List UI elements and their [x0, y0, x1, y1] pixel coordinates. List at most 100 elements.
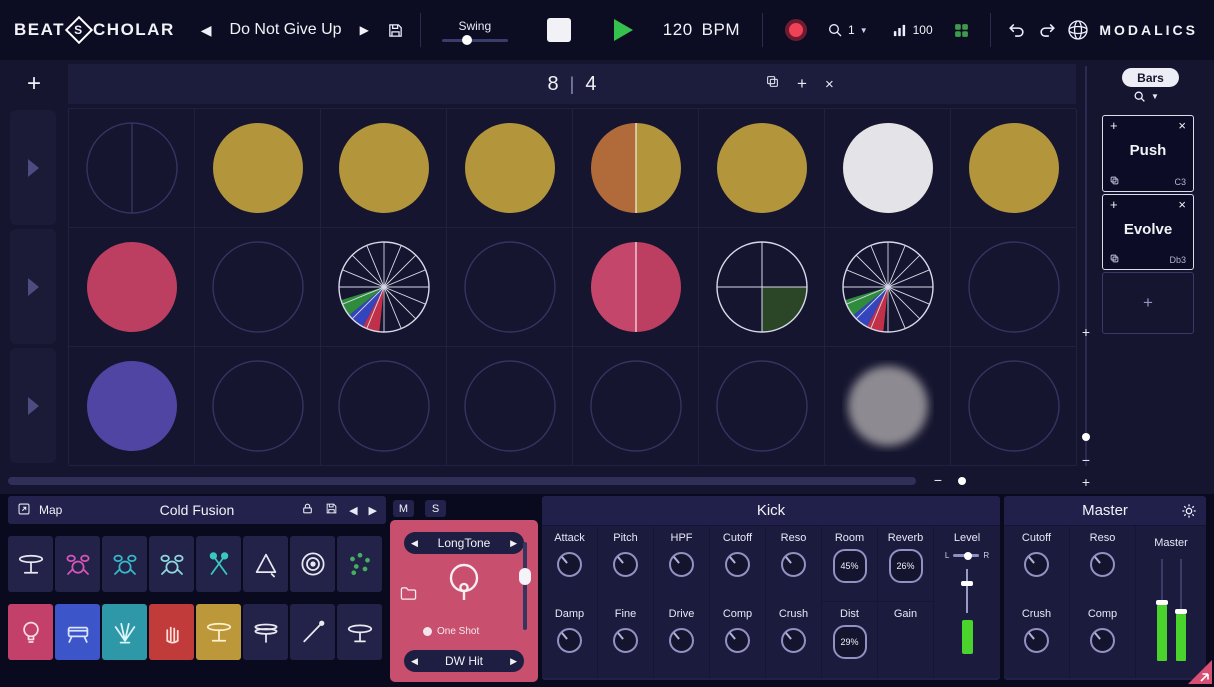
play-button[interactable]	[611, 17, 635, 43]
zoom-in-vertical-button[interactable]: +	[1078, 474, 1094, 490]
step-pad-r3-c4[interactable]	[447, 347, 573, 466]
kit-pad-drumkit-r1-3[interactable]	[102, 536, 147, 592]
crush-knob[interactable]	[781, 628, 806, 653]
master-cutoff-knob[interactable]	[1024, 552, 1049, 577]
time-sig-denominator[interactable]: 4	[585, 73, 596, 96]
vertical-zoom-thumb[interactable]	[1082, 433, 1090, 441]
master-reso-knob[interactable]	[1090, 552, 1115, 577]
time-signature-bar[interactable]: 8 | 4 + ×	[68, 64, 1076, 104]
undo-button[interactable]	[1007, 21, 1026, 40]
previous-hit-button[interactable]: ◀	[411, 656, 418, 667]
redo-button[interactable]	[1038, 21, 1057, 40]
time-sig-numerator[interactable]: 8	[548, 73, 559, 96]
save-icon[interactable]	[387, 22, 404, 39]
swing-slider[interactable]	[442, 39, 508, 42]
step-pad-r1-c7[interactable]	[825, 109, 951, 228]
room-knob[interactable]: 45%	[833, 549, 867, 583]
step-pad-r2-c4[interactable]	[447, 228, 573, 347]
step-pad-r1-c3[interactable]	[321, 109, 447, 228]
kit-pad-clap-r2-4[interactable]	[149, 604, 194, 660]
lock-icon[interactable]	[301, 502, 314, 518]
add-bar-card[interactable]: +	[1102, 272, 1194, 334]
kit-pad-ride-r2-8[interactable]	[337, 604, 382, 660]
bar-card-evolve[interactable]: + × Evolve Db3	[1102, 194, 1194, 270]
duplicate-icon[interactable]	[1110, 254, 1119, 263]
dist-knob[interactable]: 29%	[833, 625, 867, 659]
step-pad-r3-c3[interactable]	[321, 347, 447, 466]
step-pad-r3-c7[interactable]	[825, 347, 951, 466]
bpm-display[interactable]: 120 BPM	[663, 20, 740, 40]
cutoff-knob[interactable]	[725, 552, 750, 577]
kit-pad-drumkit-r1-4[interactable]	[149, 536, 194, 592]
solo-button[interactable]: S	[425, 500, 446, 517]
next-preset-button[interactable]: ▶	[360, 23, 369, 37]
save-kit-icon[interactable]	[325, 502, 338, 518]
folder-icon[interactable]	[400, 586, 417, 601]
next-sample-button[interactable]: ▶	[510, 538, 517, 549]
master-comp-knob[interactable]	[1090, 628, 1115, 653]
previous-kit-button[interactable]: ◀	[349, 504, 357, 517]
duplicate-bar-icon[interactable]	[766, 75, 779, 93]
step-pad-r2-c6[interactable]	[699, 228, 825, 347]
zoom-out-horizontal-button[interactable]: −	[930, 472, 946, 488]
previous-preset-button[interactable]: ◀	[201, 22, 212, 39]
stop-button[interactable]	[547, 18, 571, 42]
kit-pad-stick-r2-7[interactable]	[290, 604, 335, 660]
gear-icon[interactable]	[1181, 503, 1197, 519]
mute-button[interactable]: M	[393, 500, 414, 517]
step-pad-r1-c6[interactable]	[699, 109, 825, 228]
bpm-value[interactable]: 120	[663, 20, 693, 40]
bar-card-push[interactable]: + × Push C3	[1102, 115, 1194, 192]
pan-slider[interactable]: L R	[945, 551, 989, 560]
step-pad-r1-c8[interactable]	[951, 109, 1077, 228]
kit-pad-cymbal-r1-1[interactable]	[8, 536, 53, 592]
step-pad-r3-c1[interactable]	[69, 347, 195, 466]
step-pad-r2-c3[interactable]	[321, 228, 447, 347]
step-pad-r1-c1[interactable]	[69, 109, 195, 228]
preset-name[interactable]: Do Not Give Up	[230, 21, 342, 39]
resize-handle[interactable]	[1188, 660, 1212, 684]
row-3-play-button[interactable]	[10, 348, 56, 463]
record-button[interactable]	[785, 19, 807, 41]
step-pad-r1-c4[interactable]	[447, 109, 573, 228]
sample-volume-slider[interactable]	[523, 542, 527, 630]
kit-pad-triangle-r1-6[interactable]	[243, 536, 288, 592]
sample-selector[interactable]: ◀ LongTone ▶	[404, 532, 524, 554]
bars-tab-button[interactable]: Bars	[1122, 68, 1179, 87]
hpf-knob[interactable]	[669, 552, 694, 577]
chevron-down-icon[interactable]: ▼	[1151, 92, 1159, 101]
kit-pad-stars-r1-8[interactable]	[337, 536, 382, 592]
step-pad-r2-c5[interactable]	[573, 228, 699, 347]
duplicate-icon[interactable]	[1110, 176, 1119, 185]
attack-knob[interactable]	[557, 552, 582, 577]
step-pad-r3-c6[interactable]	[699, 347, 825, 466]
comp-knob[interactable]	[725, 628, 750, 653]
kit-pad-bulb-r2-1[interactable]	[8, 604, 53, 660]
reso-knob[interactable]	[781, 552, 806, 577]
level-fader[interactable]	[966, 569, 968, 613]
delete-bar-button[interactable]: ×	[825, 76, 834, 93]
step-pad-r2-c7[interactable]	[825, 228, 951, 347]
chevron-down-icon[interactable]: ▼	[860, 26, 868, 35]
bar-add-button[interactable]: +	[1110, 197, 1118, 212]
randomize-dice-icon[interactable]	[953, 22, 970, 39]
pan-thumb[interactable]	[964, 552, 972, 560]
master-crush-knob[interactable]	[1024, 628, 1049, 653]
bar-close-button[interactable]: ×	[1178, 197, 1186, 212]
damp-knob[interactable]	[557, 628, 582, 653]
next-kit-button[interactable]: ▶	[369, 504, 377, 517]
velocity-control[interactable]: 100	[892, 23, 933, 38]
kit-pad-tom-r1-7[interactable]	[290, 536, 335, 592]
kit-pad-mallets-r1-5[interactable]	[196, 536, 241, 592]
bars-zoom-control[interactable]: ▼	[1133, 90, 1159, 103]
step-pad-r3-c5[interactable]	[573, 347, 699, 466]
step-pad-r2-c8[interactable]	[951, 228, 1077, 347]
one-shot-toggle[interactable]: One Shot	[423, 626, 479, 637]
previous-sample-button[interactable]: ◀	[411, 538, 418, 549]
step-pad-r3-c8[interactable]	[951, 347, 1077, 466]
add-row-button[interactable]: +	[16, 66, 52, 102]
kit-pad-snare-r2-2[interactable]	[55, 604, 100, 660]
add-column-button[interactable]: +	[1078, 324, 1094, 340]
master-fader-right[interactable]	[1176, 559, 1186, 661]
bar-add-button[interactable]: +	[1110, 118, 1118, 133]
